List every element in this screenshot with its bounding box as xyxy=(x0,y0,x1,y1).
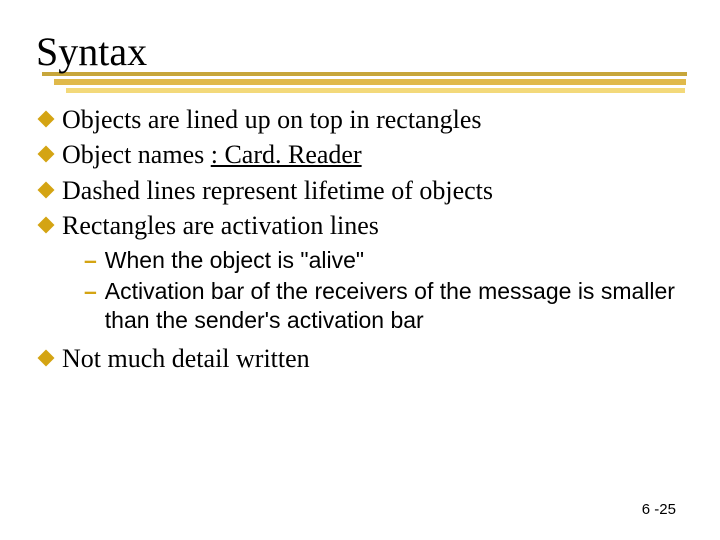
title-underline xyxy=(36,72,694,96)
bullet-item: Dashed lines represent lifetime of objec… xyxy=(38,174,684,207)
dash-icon: – xyxy=(84,277,97,306)
bullet-list-2: Not much detail written xyxy=(38,342,684,375)
bullet-text: Objects are lined up on top in rectangle… xyxy=(62,103,684,136)
bullet-list: Objects are lined up on top in rectangle… xyxy=(38,103,684,242)
title-area: Syntax xyxy=(36,28,684,75)
diamond-icon xyxy=(38,111,55,128)
bullet-prefix: Object names xyxy=(62,140,211,169)
object-name: : Card. Reader xyxy=(211,140,362,169)
slide-title: Syntax xyxy=(36,28,684,75)
dash-icon: – xyxy=(84,246,97,275)
diamond-icon xyxy=(38,216,55,233)
bullet-text: Not much detail written xyxy=(62,342,684,375)
sub-bullet-text: When the object is "alive" xyxy=(105,246,684,275)
bullet-text: Dashed lines represent lifetime of objec… xyxy=(62,174,684,207)
sub-bullet-text: Activation bar of the receivers of the m… xyxy=(105,277,684,335)
sub-bullet-item: – Activation bar of the receivers of the… xyxy=(84,277,684,335)
page-number: 6 -25 xyxy=(642,501,676,518)
bullet-item: Objects are lined up on top in rectangle… xyxy=(38,103,684,136)
diamond-icon xyxy=(38,181,55,198)
diamond-icon xyxy=(38,350,55,367)
bullet-item: Not much detail written xyxy=(38,342,684,375)
bullet-text: Object names : Card. Reader xyxy=(62,138,684,171)
bullet-item: Object names : Card. Reader xyxy=(38,138,684,171)
bullet-item: Rectangles are activation lines xyxy=(38,209,684,242)
diamond-icon xyxy=(38,146,55,163)
slide: Syntax Objects are lined up on top in re… xyxy=(0,0,720,376)
bullet-text: Rectangles are activation lines xyxy=(62,209,684,242)
sub-bullet-list: – When the object is "alive" – Activatio… xyxy=(84,246,684,334)
sub-bullet-item: – When the object is "alive" xyxy=(84,246,684,275)
